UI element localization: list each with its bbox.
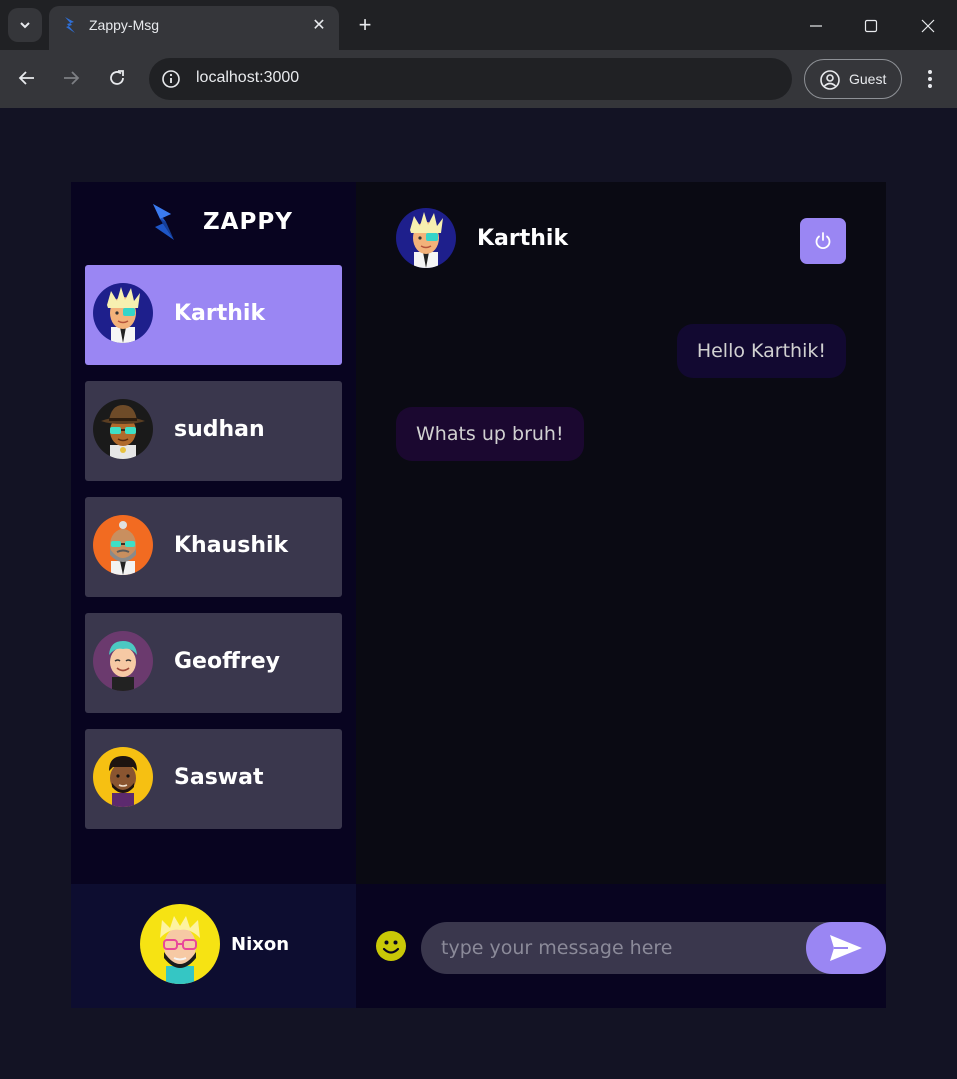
address-bar[interactable]: localhost:3000 [149, 58, 792, 100]
contact-name: Karthik [174, 301, 266, 326]
tab-close-icon[interactable]: ✕ [311, 17, 327, 33]
avatar-blonde-spiky-icon [396, 208, 456, 268]
reload-button[interactable] [105, 66, 129, 90]
new-tab-button[interactable]: + [353, 12, 377, 38]
back-button[interactable] [15, 66, 39, 90]
zappy-logo-icon [65, 17, 75, 33]
browser-tab[interactable]: Zappy-Msg ✕ [49, 6, 339, 50]
avatar-teal-hair-icon [93, 631, 153, 691]
tab-title: Zappy-Msg [89, 17, 160, 33]
chevron-down-icon [20, 22, 30, 29]
chat-header: Karthik [356, 182, 886, 292]
chat-contact-name: Karthik [477, 226, 569, 251]
brand: ZAPPY [143, 200, 293, 244]
emoji-icon[interactable] [375, 930, 407, 962]
contact-name: sudhan [174, 417, 265, 442]
contact-item-khaushik[interactable]: Khaushik [85, 497, 342, 597]
message-input-bar [356, 884, 886, 1008]
contact-item-karthik[interactable]: Karthik [85, 265, 342, 365]
tab-search-button[interactable] [8, 8, 42, 42]
contacts-sidebar: ZAPPY Karthik sudhan Khaushik Geoffrey S… [71, 182, 356, 1008]
contact-name: Saswat [174, 765, 264, 790]
avatar-bald-beard-icon [93, 515, 153, 575]
brand-name: ZAPPY [203, 209, 293, 235]
close-icon [921, 19, 935, 33]
contact-item-sudhan[interactable]: sudhan [85, 381, 342, 481]
avatar-hat-sunglasses-icon [93, 399, 153, 459]
send-button[interactable] [806, 922, 886, 974]
browser-toolbar: localhost:3000 Guest [0, 50, 957, 108]
maximize-button[interactable] [857, 12, 885, 40]
chat-app: ZAPPY Karthik sudhan Khaushik Geoffrey S… [71, 182, 886, 1008]
browser-menu-button[interactable] [920, 67, 940, 91]
arrow-right-icon [64, 71, 80, 85]
profile-label: Guest [849, 71, 887, 87]
browser-tab-bar: Zappy-Msg ✕ + [0, 0, 957, 50]
avatar-curly-beard-icon [93, 747, 153, 807]
avatar-yellow-hair-glasses-icon [140, 904, 220, 984]
power-icon [815, 232, 831, 250]
minimize-icon [810, 25, 822, 27]
info-icon[interactable] [161, 69, 181, 89]
maximize-icon [864, 19, 878, 33]
message-sent: Hello Karthik! [676, 324, 846, 378]
page-viewport: ZAPPY Karthik sudhan Khaushik Geoffrey S… [0, 108, 957, 1079]
zappy-logo-icon [153, 204, 174, 240]
chat-container: Karthik Hello Karthik! Whats up bruh! [356, 182, 886, 1008]
message-received: Whats up bruh! [396, 407, 584, 461]
close-window-button[interactable] [914, 12, 942, 40]
minimize-button[interactable] [802, 12, 830, 40]
more-vert-icon [928, 70, 932, 88]
forward-button[interactable] [59, 66, 83, 90]
contact-name: Khaushik [174, 533, 289, 558]
contact-name: Geoffrey [174, 649, 281, 674]
contact-item-saswat[interactable]: Saswat [85, 729, 342, 829]
contact-list: Karthik sudhan Khaushik Geoffrey Saswat [85, 265, 342, 845]
arrow-left-icon [18, 71, 34, 85]
send-icon [830, 935, 862, 961]
logout-button[interactable] [800, 218, 846, 264]
contact-item-geoffrey[interactable]: Geoffrey [85, 613, 342, 713]
url-text[interactable]: localhost:3000 [196, 69, 299, 87]
current-user-panel: Nixon [71, 884, 356, 1008]
current-user-name: Nixon [231, 934, 290, 955]
reload-icon [110, 70, 124, 85]
account-circle-icon [820, 70, 840, 90]
profile-button[interactable]: Guest [804, 59, 902, 99]
avatar-blonde-spiky-icon [93, 283, 153, 343]
